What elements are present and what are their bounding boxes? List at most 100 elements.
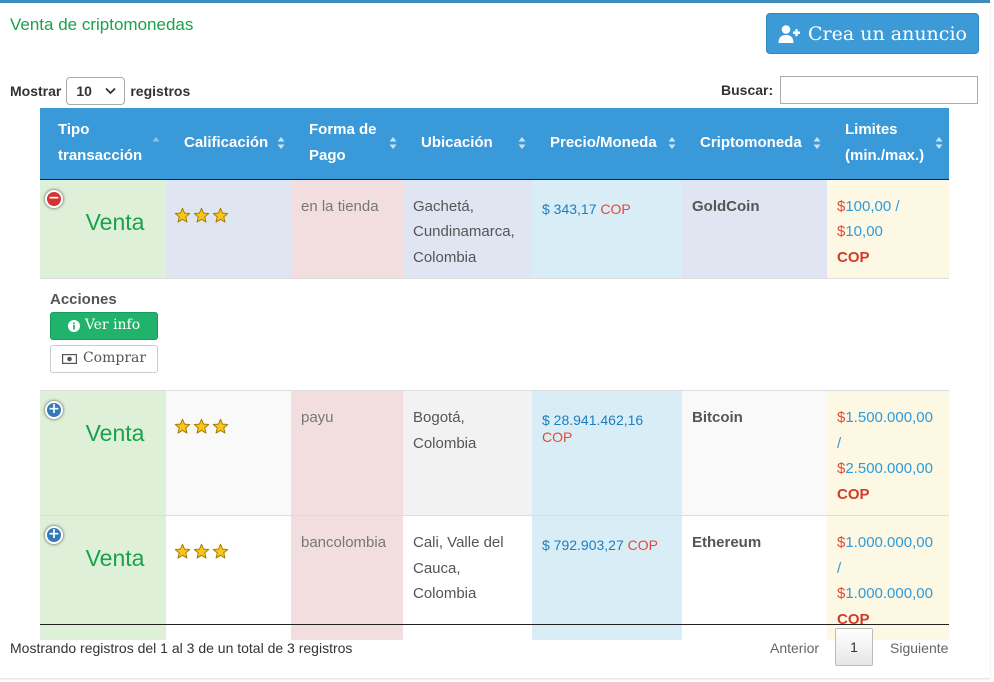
price-value: $ 792.903,27 bbox=[542, 537, 624, 553]
column-header-rating[interactable]: Calificación bbox=[166, 108, 291, 180]
pagination: Anterior 1 Siguiente bbox=[770, 628, 948, 666]
price-currency: COP bbox=[600, 200, 631, 217]
page-button[interactable]: 1 bbox=[835, 628, 874, 666]
search-label: Buscar: bbox=[721, 82, 774, 98]
star-icon bbox=[174, 418, 191, 444]
cell-rating bbox=[166, 178, 291, 279]
column-header-type[interactable]: Tipo transacción bbox=[40, 108, 166, 180]
limit-max: 2.500.000,00 bbox=[845, 460, 933, 477]
cell-location: Gachetá, Cundinamarca, Colombia bbox=[403, 178, 532, 279]
price-value: $ 28.941.462,16 bbox=[542, 412, 644, 428]
price-currency: COP bbox=[542, 429, 573, 445]
table-row[interactable]: + Venta payu Bogotá, Colombia $ 28.941.4… bbox=[40, 390, 949, 516]
cell-payment: en la tienda bbox=[291, 178, 403, 279]
sort-icon bbox=[518, 137, 526, 150]
limit-max: 10,00 bbox=[845, 223, 883, 240]
limit-separator: / bbox=[837, 559, 842, 577]
sort-icon bbox=[668, 137, 676, 150]
page-length-value: 10 bbox=[76, 83, 92, 99]
sort-icon bbox=[935, 137, 943, 150]
offers-table: Tipo transacción Calificación Forma de P… bbox=[40, 108, 949, 640]
cell-price: $ 792.903,27 COP bbox=[532, 515, 682, 640]
limit-min: 1.000.000,00 bbox=[845, 534, 933, 551]
info-circle-icon bbox=[67, 320, 80, 332]
cell-coin: Bitcoin bbox=[682, 390, 827, 516]
cell-coin: Ethereum bbox=[682, 515, 827, 640]
limit-min: 1.500.000,00 bbox=[845, 409, 933, 426]
cell-payment: bancolombia bbox=[291, 515, 403, 640]
star-icon bbox=[212, 543, 229, 569]
cell-price: $ 28.941.462,16 COP bbox=[532, 390, 682, 516]
table-info: Mostrando registros del 1 al 3 de un tot… bbox=[10, 640, 353, 656]
limit-currency: COP bbox=[837, 248, 870, 266]
panel-title: Venta de criptomonedas bbox=[10, 15, 194, 34]
length-suffix: registros bbox=[130, 83, 191, 99]
star-icon bbox=[174, 543, 191, 569]
price-currency: COP bbox=[627, 537, 658, 553]
view-info-button[interactable]: Ver info bbox=[50, 312, 158, 340]
create-ad-label: Crea un anuncio bbox=[808, 22, 967, 45]
cell-coin: GoldCoin bbox=[682, 178, 827, 279]
expand-icon[interactable]: + bbox=[45, 526, 63, 544]
price-value: $ 343,17 bbox=[542, 200, 597, 217]
cell-payment: payu bbox=[291, 390, 403, 516]
row-actions: Acciones Ver info Comprar bbox=[40, 278, 949, 391]
collapse-icon[interactable]: − bbox=[45, 189, 63, 208]
star-icon bbox=[174, 207, 191, 233]
limit-min: 100,00 / bbox=[845, 197, 900, 215]
table-bottom-border bbox=[40, 624, 949, 625]
rating-stars bbox=[174, 543, 281, 569]
view-info-label: Ver info bbox=[84, 317, 141, 334]
search-input[interactable] bbox=[780, 76, 979, 104]
star-icon bbox=[193, 207, 210, 233]
cell-type: + Venta bbox=[40, 390, 166, 516]
expand-icon[interactable]: + bbox=[45, 401, 63, 419]
cell-rating bbox=[166, 515, 291, 640]
sort-icon bbox=[389, 137, 397, 150]
rating-stars bbox=[174, 418, 281, 444]
column-header-limits[interactable]: Limites (min./max.) bbox=[827, 108, 949, 180]
cell-limits: $1.500.000,00 / $2.500.000,00 COP bbox=[827, 390, 949, 516]
buy-button[interactable]: Comprar bbox=[50, 345, 158, 373]
limit-separator: / bbox=[837, 434, 842, 452]
actions-title: Acciones bbox=[50, 291, 117, 308]
star-icon bbox=[212, 418, 229, 444]
column-header-payment[interactable]: Forma de Pago bbox=[291, 108, 403, 180]
table-row[interactable]: + Venta bancolombia Cali, Valle del Cauc… bbox=[40, 515, 949, 640]
cell-location: Bogotá, Colombia bbox=[403, 390, 532, 516]
search-box: Buscar: bbox=[721, 76, 979, 104]
cell-type: + Venta bbox=[40, 515, 166, 640]
sort-icon bbox=[152, 137, 160, 142]
money-bill-icon bbox=[61, 354, 77, 364]
star-icon bbox=[193, 418, 210, 444]
column-header-price[interactable]: Precio/Moneda bbox=[532, 108, 682, 180]
cell-rating bbox=[166, 390, 291, 516]
cell-type: − Venta bbox=[40, 178, 166, 279]
user-plus-icon bbox=[778, 24, 801, 43]
length-prefix: Mostrar bbox=[10, 83, 62, 99]
transaction-type: Venta bbox=[85, 208, 145, 235]
transaction-type: Venta bbox=[85, 545, 145, 571]
sort-icon bbox=[277, 137, 285, 150]
previous-page-button[interactable]: Anterior bbox=[770, 640, 819, 656]
length-menu: Mostrar 10 registros bbox=[10, 77, 190, 105]
cell-location: Cali, Valle del Cauca, Colombia bbox=[403, 515, 532, 640]
next-page-button[interactable]: Siguiente bbox=[890, 640, 948, 656]
cell-limits: $100,00 / $10,00 COP bbox=[827, 178, 949, 279]
transaction-type: Venta bbox=[85, 420, 145, 446]
star-icon bbox=[193, 543, 210, 569]
cell-price: $ 343,17 COP bbox=[532, 178, 682, 279]
table-row[interactable]: − Venta en la tienda Gachetá, Cundinamar… bbox=[40, 178, 949, 279]
sort-icon bbox=[813, 137, 821, 150]
page-length-select[interactable]: 10 bbox=[66, 77, 126, 105]
table-header-row: Tipo transacción Calificación Forma de P… bbox=[40, 108, 949, 180]
actions-cell: Acciones Ver info Comprar bbox=[40, 278, 949, 391]
limit-currency: COP bbox=[837, 485, 870, 503]
buy-label: Comprar bbox=[82, 350, 147, 367]
column-header-coin[interactable]: Criptomoneda bbox=[682, 108, 827, 180]
rating-stars bbox=[174, 207, 281, 233]
column-header-location[interactable]: Ubicación bbox=[403, 108, 532, 180]
chevron-down-icon bbox=[105, 87, 116, 95]
create-ad-button[interactable]: Crea un anuncio bbox=[766, 13, 979, 54]
cell-limits: $1.000.000,00 / $1.000.000,00 COP bbox=[827, 515, 949, 640]
